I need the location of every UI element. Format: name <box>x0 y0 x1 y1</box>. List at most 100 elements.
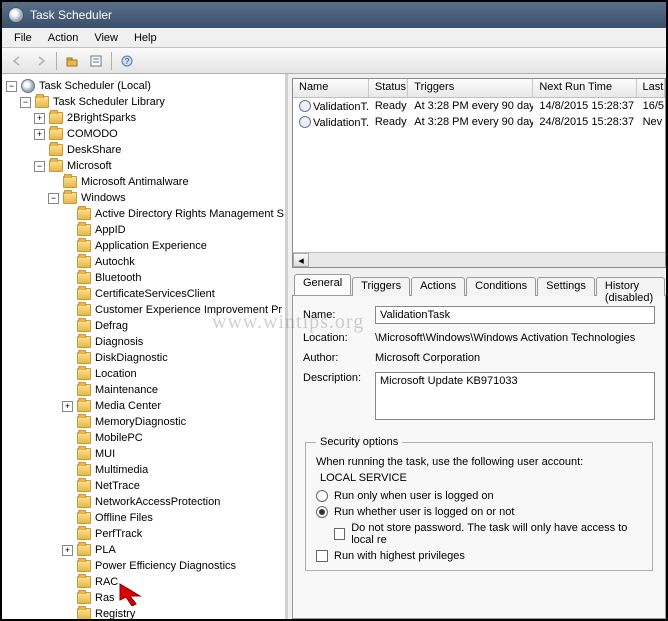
tree-label: DiskDiagnostic <box>95 350 168 366</box>
horizontal-scrollbar[interactable]: ◂ <box>293 252 665 268</box>
tree-node-library[interactable]: − Task Scheduler Library <box>20 94 285 110</box>
tree-node[interactable]: Location <box>62 366 285 382</box>
tree-node[interactable]: AppID <box>62 222 285 238</box>
help-button[interactable]: ? <box>116 50 138 72</box>
folder-icon <box>77 256 91 268</box>
tree-node[interactable]: +2BrightSparks <box>34 110 285 126</box>
expand-icon[interactable]: − <box>6 81 17 92</box>
menu-help[interactable]: Help <box>126 30 165 46</box>
tree-node[interactable]: Ras <box>62 590 285 606</box>
expand-icon[interactable]: − <box>20 97 31 108</box>
folder-icon <box>77 480 91 492</box>
tree-label: Multimedia <box>95 462 148 478</box>
tree-node[interactable]: Registry <box>62 606 285 619</box>
forward-button[interactable] <box>30 50 52 72</box>
folder-icon <box>77 272 91 284</box>
radio-label: Run whether user is logged on or not <box>334 506 514 518</box>
cell-name: ValidationT... <box>313 117 369 129</box>
tree-label: Task Scheduler (Local) <box>39 78 151 94</box>
checkbox-icon <box>316 550 328 562</box>
folder-icon <box>77 336 91 348</box>
check-no-password[interactable]: Do not store password. The task will onl… <box>334 522 642 546</box>
tree-node[interactable]: Microsoft Antimalware <box>48 174 285 190</box>
label-name: Name: <box>303 309 375 321</box>
folder-icon <box>77 464 91 476</box>
tree-node-root[interactable]: − Task Scheduler (Local) <box>6 78 285 94</box>
table-row[interactable]: ValidationT... Ready At 3:28 PM every 90… <box>293 98 665 114</box>
tree-node[interactable]: NetTrace <box>62 478 285 494</box>
tree-label: RAC <box>95 574 118 590</box>
tree-label: Defrag <box>95 318 128 334</box>
tree-label: NetworkAccessProtection <box>95 494 220 510</box>
tree-node[interactable]: Defrag <box>62 318 285 334</box>
col-name[interactable]: Name <box>293 79 369 97</box>
scroll-left-icon[interactable]: ◂ <box>293 253 309 267</box>
up-button[interactable] <box>61 50 83 72</box>
tree-node[interactable]: MobilePC <box>62 430 285 446</box>
tree-node[interactable]: −Microsoft <box>34 158 285 174</box>
folder-icon <box>77 416 91 428</box>
tree-node[interactable]: Bluetooth <box>62 270 285 286</box>
tree-node[interactable]: Application Experience <box>62 238 285 254</box>
radio-icon <box>316 506 328 518</box>
tab-actions[interactable]: Actions <box>411 277 465 296</box>
radio-run-logged-on[interactable]: Run only when user is logged on <box>316 490 642 502</box>
tree-node[interactable]: RAC <box>62 574 285 590</box>
col-last[interactable]: Last <box>637 79 665 97</box>
tree-pane: − Task Scheduler (Local) − Task Schedule… <box>2 74 288 619</box>
tree-node[interactable]: MemoryDiagnostic <box>62 414 285 430</box>
table-row[interactable]: ValidationT... Ready At 3:28 PM every 90… <box>293 114 665 130</box>
tree-node[interactable]: DiskDiagnostic <box>62 350 285 366</box>
tab-history[interactable]: History (disabled) <box>596 277 665 296</box>
radio-label: Run only when user is logged on <box>334 490 494 502</box>
tree-node[interactable]: +COMODO <box>34 126 285 142</box>
tree-node[interactable]: Power Efficiency Diagnostics <box>62 558 285 574</box>
tree-label: MemoryDiagnostic <box>95 414 186 430</box>
radio-run-whether[interactable]: Run whether user is logged on or not <box>316 506 642 518</box>
check-highest-priv[interactable]: Run with highest privileges <box>316 550 642 562</box>
col-triggers[interactable]: Triggers <box>408 79 533 97</box>
menu-file[interactable]: File <box>6 30 40 46</box>
task-list: Name Status Triggers Next Run Time Last … <box>292 78 666 268</box>
tree-node[interactable]: +PLA <box>62 542 285 558</box>
expand-icon[interactable]: + <box>34 113 45 124</box>
tree-node[interactable]: CertificateServicesClient <box>62 286 285 302</box>
expand-icon[interactable]: + <box>62 545 73 556</box>
tree-node[interactable]: MUI <box>62 446 285 462</box>
tree-node[interactable]: Autochk <box>62 254 285 270</box>
folder-icon <box>77 592 91 604</box>
tree-node[interactable]: Maintenance <box>62 382 285 398</box>
field-name[interactable]: ValidationTask <box>375 306 655 324</box>
properties-button[interactable] <box>85 50 107 72</box>
tree-node[interactable]: −Windows <box>48 190 285 206</box>
folder-icon <box>49 112 63 124</box>
expand-icon[interactable]: + <box>62 401 73 412</box>
tree-node[interactable]: Customer Experience Improvement Pr <box>62 302 285 318</box>
tree-node[interactable]: +Media Center <box>62 398 285 414</box>
tree-node[interactable]: Active Directory Rights Management S <box>62 206 285 222</box>
expand-icon[interactable]: + <box>34 129 45 140</box>
menu-view[interactable]: View <box>86 30 126 46</box>
tree-node[interactable]: DeskShare <box>34 142 285 158</box>
back-button[interactable] <box>6 50 28 72</box>
tree-node[interactable]: Offline Files <box>62 510 285 526</box>
tab-conditions[interactable]: Conditions <box>466 277 536 296</box>
tab-triggers[interactable]: Triggers <box>352 277 410 296</box>
tree-label: DeskShare <box>67 142 121 158</box>
tab-settings[interactable]: Settings <box>537 277 595 296</box>
tree-node[interactable]: NetworkAccessProtection <box>62 494 285 510</box>
tab-general[interactable]: General <box>294 274 351 295</box>
expand-icon[interactable]: − <box>34 161 45 172</box>
col-status[interactable]: Status <box>369 79 408 97</box>
menu-action[interactable]: Action <box>40 30 87 46</box>
tree-node[interactable]: PerfTrack <box>62 526 285 542</box>
expand-icon[interactable]: − <box>48 193 59 204</box>
tree-node[interactable]: Multimedia <box>62 462 285 478</box>
folder-icon <box>77 400 91 412</box>
tree-node[interactable]: Diagnosis <box>62 334 285 350</box>
menubar: File Action View Help <box>2 28 666 48</box>
tree-label: PerfTrack <box>95 526 142 542</box>
tree-label: Location <box>95 366 137 382</box>
col-next[interactable]: Next Run Time <box>533 79 636 97</box>
field-description[interactable]: Microsoft Update KB971033 <box>375 372 655 420</box>
